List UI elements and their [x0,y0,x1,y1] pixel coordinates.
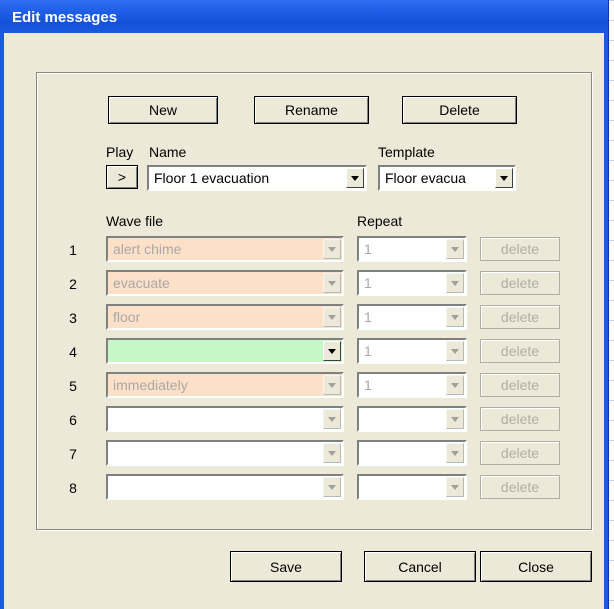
chevron-down-icon [323,239,341,259]
repeat-select [357,406,467,432]
edit-messages-window: Edit messages New Rename Delete Play Nam… [0,0,609,609]
chevron-down-icon [446,443,464,463]
chevron-down-icon [446,375,464,395]
wave-file-select: floor [106,304,344,330]
repeat-value: 1 [364,377,372,393]
row-number: 2 [69,276,77,292]
delete-row-button: delete [480,407,560,431]
row-number: 8 [69,480,77,496]
wave-file-value: alert chime [113,241,182,257]
row-number: 4 [69,344,77,360]
repeat-value: 1 [364,275,372,291]
chevron-down-icon [446,273,464,293]
delete-row-button: delete [480,271,560,295]
play-label: Play [106,144,134,160]
wave-file-select: immediately [106,372,344,398]
chevron-down-icon[interactable] [323,341,341,361]
wave-file-value: floor [113,309,141,325]
chevron-down-icon [323,477,341,497]
repeat-select: 1 [357,304,467,330]
chevron-down-icon [446,477,464,497]
row-number: 3 [69,310,77,326]
chevron-down-icon [446,307,464,327]
row-number: 7 [69,446,77,462]
wave-file-value: immediately [113,377,188,393]
window-title: Edit messages [12,9,118,26]
title-bar[interactable]: Edit messages [0,0,608,33]
wave-file-select: alert chime [106,236,344,262]
dialog-body: New Rename Delete Play Name Template > F… [4,33,604,609]
repeat-value: 1 [364,343,372,359]
new-button[interactable]: New [108,96,218,124]
chevron-down-icon [323,409,341,429]
chevron-down-icon [323,375,341,395]
row-number: 1 [69,242,77,258]
chevron-down-icon[interactable] [495,168,513,188]
repeat-select [357,474,467,500]
save-button[interactable]: Save [230,551,342,582]
row-number: 6 [69,412,77,428]
wave-file-select [106,440,344,466]
name-label: Name [149,144,187,160]
delete-row-button: delete [480,475,560,499]
repeat-value: 1 [364,241,372,257]
chevron-down-icon [323,307,341,327]
delete-row-button: delete [480,305,560,329]
repeat-select: 1 [357,372,467,398]
wave-file-select[interactable] [106,338,344,364]
wave-file-value: evacuate [113,275,170,291]
chevron-down-icon [446,341,464,361]
delete-row-button: delete [480,339,560,363]
chevron-down-icon [323,443,341,463]
wave-file-select [106,406,344,432]
repeat-select: 1 [357,236,467,262]
delete-row-button: delete [480,441,560,465]
name-select[interactable]: Floor 1 evacuation [147,165,367,191]
template-label: Template [378,144,435,160]
chevron-down-icon [446,409,464,429]
play-button[interactable]: > [106,165,138,189]
delete-row-button: delete [480,373,560,397]
repeat-select [357,440,467,466]
wave-file-label: Wave file [106,213,164,229]
rename-button[interactable]: Rename [254,96,369,124]
row-number: 5 [69,378,77,394]
repeat-label: Repeat [357,213,403,229]
repeat-select: 1 [357,338,467,364]
delete-row-button: delete [480,237,560,261]
wave-file-select: evacuate [106,270,344,296]
chevron-down-icon [446,239,464,259]
template-select-value: Floor evacua [385,170,466,186]
repeat-value: 1 [364,309,372,325]
chevron-down-icon[interactable] [346,168,364,188]
cancel-button[interactable]: Cancel [364,551,476,582]
chevron-down-icon [323,273,341,293]
delete-message-button[interactable]: Delete [402,96,517,124]
repeat-select: 1 [357,270,467,296]
close-button[interactable]: Close [480,551,592,582]
wave-file-select [106,474,344,500]
name-select-value: Floor 1 evacuation [154,170,270,186]
template-select[interactable]: Floor evacua [378,165,516,191]
